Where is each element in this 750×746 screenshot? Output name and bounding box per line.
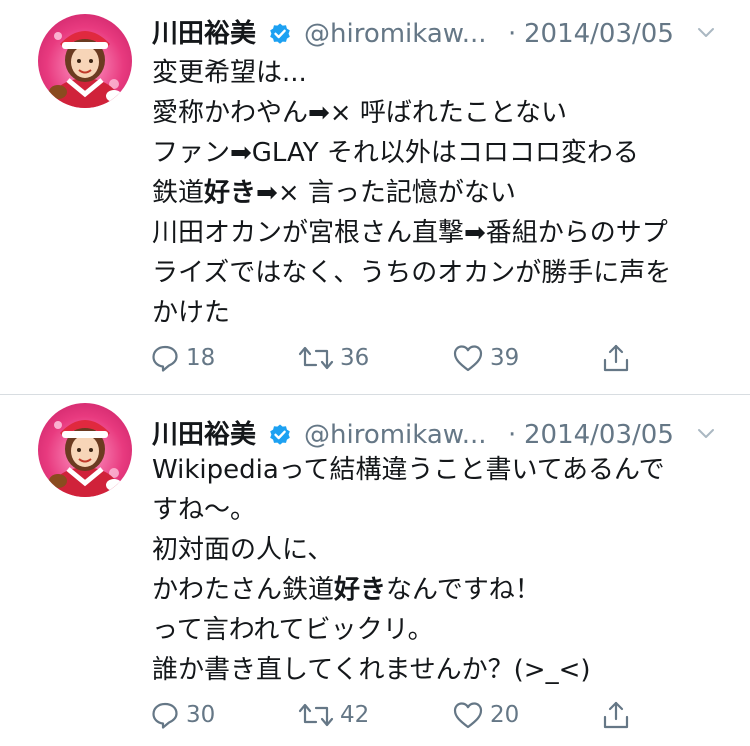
like-button[interactable]: 20 — [452, 695, 519, 735]
like-button[interactable]: 39 — [452, 338, 519, 378]
tweet-text: Wikipediaって結構違うこと書いてあるんで すね〜。 初対面の人に、 かわ… — [152, 450, 727, 690]
tweet-line: 初対面の人に、 — [152, 535, 334, 565]
like-count: 39 — [490, 345, 520, 371]
share-button[interactable] — [602, 338, 630, 378]
user-handle[interactable]: @hiromikaw... — [304, 14, 486, 54]
reply-button[interactable]: 18 — [150, 338, 215, 378]
share-icon — [603, 344, 629, 372]
bold-text: 好き — [334, 575, 387, 605]
tweet[interactable]: 川田裕美 @hiromikaw... · 2014/03/05 Wikipedi… — [0, 395, 750, 746]
tweet-actions: 30 42 20 — [150, 695, 630, 735]
heart-icon — [453, 702, 483, 729]
tweet-header: 川田裕美 @hiromikaw... · 2014/03/05 — [152, 14, 715, 54]
bold-text: 好き — [204, 178, 257, 208]
display-name[interactable]: 川田裕美 — [152, 415, 256, 455]
tweet-line: すね〜。 — [152, 495, 257, 525]
chevron-down-icon[interactable] — [697, 26, 715, 40]
tweet-line: 変更希望は... — [152, 58, 307, 88]
tweet-line: かわたさん鉄道好きなんですね！ — [152, 575, 541, 605]
tweet-line: 鉄道好き➡× 言った記憶がない — [152, 178, 516, 208]
like-count: 20 — [490, 702, 520, 728]
tweet-line: 川田オカンが宮根さん直撃➡番組からのサプ — [152, 218, 668, 248]
tweet[interactable]: 川田裕美 @hiromikaw... · 2014/03/05 変更希望は...… — [0, 0, 750, 394]
retweet-button[interactable]: 42 — [298, 695, 369, 735]
tweet-line: かけた — [152, 298, 231, 328]
retweet-icon — [298, 703, 334, 727]
avatar[interactable] — [38, 14, 132, 108]
tweet-line: って言われてビックリ。 — [152, 615, 434, 645]
tweet-actions: 18 36 39 — [150, 338, 630, 378]
tweet-line: 愛称かわやん➡× 呼ばれたことない — [152, 98, 568, 128]
display-name[interactable]: 川田裕美 — [152, 14, 256, 54]
share-button[interactable] — [602, 695, 630, 735]
tweet-line: 誰か書き直してくれませんか？(>_<) — [152, 655, 591, 685]
retweet-button[interactable]: 36 — [298, 338, 369, 378]
reply-icon — [152, 345, 178, 372]
reply-button[interactable]: 30 — [150, 695, 215, 735]
tweet-text: 変更希望は... 愛称かわやん➡× 呼ばれたことない ファン➡GLAY それ以外… — [152, 53, 727, 333]
share-icon — [603, 701, 629, 729]
tweet-header: 川田裕美 @hiromikaw... · 2014/03/05 — [152, 415, 715, 455]
retweet-icon — [298, 346, 334, 370]
verified-badge-icon — [270, 424, 290, 445]
tweet-line: ファン➡GLAY それ以外はコロコロ変わる — [152, 138, 639, 168]
retweet-count: 36 — [340, 345, 370, 371]
tweet-line: ライズではなく、うちのオカンが勝手に声を — [152, 258, 672, 288]
retweet-count: 42 — [340, 702, 370, 728]
reply-count: 18 — [186, 345, 216, 371]
reply-count: 30 — [186, 702, 216, 728]
tweet-line: Wikipediaって結構違うこと書いてあるんで — [152, 455, 665, 485]
tweet-date[interactable]: 2014/03/05 — [524, 14, 674, 54]
tweet-date[interactable]: 2014/03/05 — [524, 415, 674, 455]
separator-dot: · — [508, 19, 517, 49]
heart-icon — [453, 345, 483, 372]
reply-icon — [152, 702, 178, 729]
chevron-down-icon[interactable] — [697, 427, 715, 441]
separator-dot: · — [508, 420, 517, 450]
verified-badge-icon — [270, 23, 290, 44]
avatar[interactable] — [38, 403, 132, 497]
user-handle[interactable]: @hiromikaw... — [304, 415, 486, 455]
